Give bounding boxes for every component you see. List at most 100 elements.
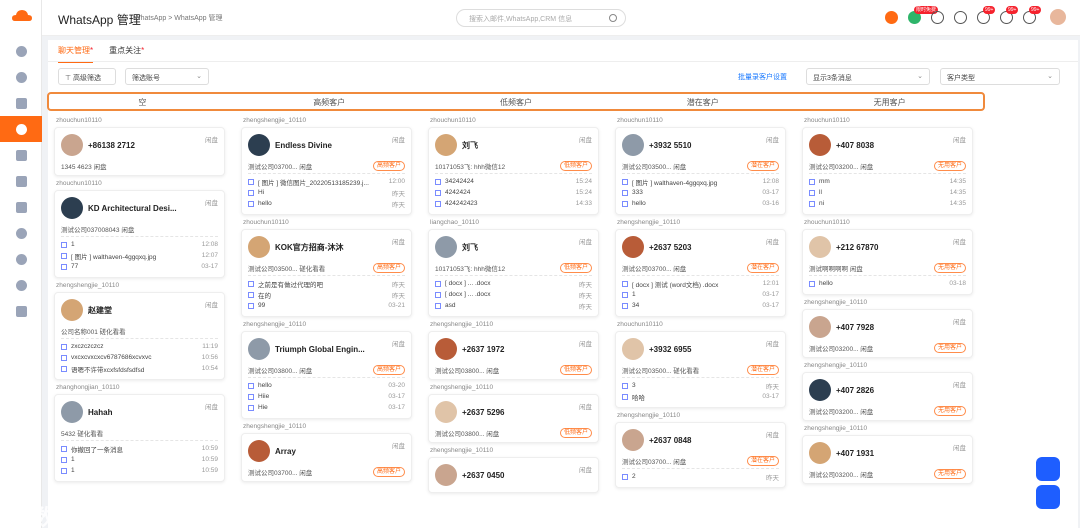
message-row[interactable]: 77 03-17: [61, 261, 218, 272]
tab-chat-management[interactable]: 聊天管理*: [58, 43, 94, 63]
mail-top-icon[interactable]: 99+: [977, 5, 996, 24]
customer-card[interactable]: +2637 5203 闲盘 测试公司03700... 闲盘 潜在客户 [ docx ] …: [615, 229, 786, 317]
facebook-top-icon[interactable]: [954, 10, 967, 24]
status-label: 闲盘: [579, 467, 592, 474]
help-icon[interactable]: [1036, 485, 1060, 509]
message-row[interactable]: Hi 昨天: [248, 187, 405, 198]
column-header[interactable]: 空: [49, 94, 236, 109]
message-row[interactable]: 99 03-21: [248, 300, 405, 311]
document-icon[interactable]: [0, 168, 42, 194]
message-row[interactable]: 4242424 15:24: [435, 187, 592, 198]
clock-icon[interactable]: [0, 64, 42, 90]
message-row[interactable]: 之前是有做过代理的吧 昨天: [248, 278, 405, 289]
message-row[interactable]: hello 03-18: [809, 278, 966, 289]
avatar: [435, 134, 457, 156]
customer-card[interactable]: Triumph Global Engin... 闲盘 测试公司03800... 闲盘…: [241, 331, 412, 419]
search-input[interactable]: 搜索入邮件,WhatsApp,CRM 信息: [456, 9, 626, 27]
customer-card[interactable]: 刘飞 闲盘 10171053飞: hhh微信12 低频客户 34242424 15:24 4…: [428, 127, 599, 215]
message-row[interactable]: ni 14:35: [809, 198, 966, 209]
message-row[interactable]: 424242423 14:33: [435, 198, 592, 209]
mail-icon[interactable]: [0, 90, 42, 116]
add-icon[interactable]: [885, 10, 898, 24]
column-header[interactable]: 低频客户: [423, 94, 610, 109]
message-row[interactable]: 1 10:59: [61, 454, 218, 465]
customer-card[interactable]: +407 2826 闲盘 测试公司03200... 闲盘 无用客户: [802, 372, 973, 421]
customer-card[interactable]: Hahah 闲盘 5432 磋化看看 你撤回了一条消息 10:59 1 10:59 1 10:5…: [54, 394, 225, 482]
customer-card[interactable]: +407 8038 闲盘 测试公司03200... 闲盘 无用客户 mm 14:35 ll 1…: [802, 127, 973, 215]
message-row[interactable]: asd 昨天: [435, 300, 592, 311]
message-row[interactable]: 哈哈 03-17: [622, 391, 779, 402]
customer-card[interactable]: +2637 0848 闲盘 测试公司03700... 闲盘 潜在客户 2 昨天: [615, 422, 786, 488]
message-row[interactable]: Hie 03-17: [248, 402, 405, 413]
customer-card[interactable]: +2637 5296 闲盘 测试公司03800... 闲盘 低频客户: [428, 394, 599, 443]
customer-card[interactable]: +3932 5510 闲盘 测试公司03500... 闲盘 潜在客户 [ 图片 ] wa…: [615, 127, 786, 215]
search-icon[interactable]: [609, 14, 617, 22]
message-row[interactable]: 1 12:08: [61, 239, 218, 250]
customer-icon[interactable]: [0, 142, 42, 168]
customer-card[interactable]: +2637 0450 闲盘: [428, 457, 599, 493]
batch-settings-link[interactable]: 批量录客户设置: [738, 72, 787, 82]
company-label: 测试公司03800... 闲盘: [435, 367, 500, 375]
status-label: 闲盘: [392, 443, 405, 450]
customer-card[interactable]: +2637 1972 闲盘 测试公司03800... 闲盘 低频客户: [428, 331, 599, 380]
customer-card[interactable]: +86138 2712 闲盘 1345 4623 闲盘: [54, 127, 225, 176]
message-row[interactable]: [ docx ] 测试 (word文档) .docx 12:01: [622, 278, 779, 289]
customer-card[interactable]: Endless Divine 闲盘 测试公司03700... 闲盘 高频客户[ 图片 …: [241, 127, 412, 215]
whatsapp-icon[interactable]: [0, 116, 42, 142]
dashboard-icon[interactable]: [0, 38, 42, 64]
chat-icon[interactable]: [0, 194, 42, 220]
message-row[interactable]: 1 03-17: [622, 289, 779, 300]
message-row[interactable]: ll 14:35: [809, 187, 966, 198]
message-row[interactable]: 2 昨天: [622, 471, 779, 482]
message-row[interactable]: [ 图片 ] walthaven-4ggqxq.jpg 12:08: [622, 176, 779, 187]
headset-icon[interactable]: [931, 10, 944, 24]
message-row[interactable]: 3 昨天: [622, 380, 779, 391]
advanced-filter-button[interactable]: ⊤ 高级筛选: [58, 68, 116, 85]
google-icon[interactable]: [0, 246, 42, 272]
customer-card[interactable]: 刘飞 闲盘 10171053飞: hhh微信12 低频客户 [ docx ] ... .…: [428, 229, 599, 317]
message-row[interactable]: zxczczczcz 11:19: [61, 341, 218, 352]
message-row[interactable]: hello 03-20: [248, 380, 405, 391]
message-row[interactable]: mm 14:35: [809, 176, 966, 187]
column-header[interactable]: 潜在客户: [609, 94, 796, 109]
tab-focus[interactable]: 重点关注*: [109, 43, 144, 63]
display-select[interactable]: 显示3条消息 ⌄: [806, 68, 930, 85]
customer-card[interactable]: +212 67870 闲盘 测试啊啊啊啊 闲盘 无用客户 hello 03-18: [802, 229, 973, 295]
customer-card[interactable]: KOK官方招商-沐沐 闲盘 测试公司03500... 磋化看看 高频客户 之前是有做过代…: [241, 229, 412, 317]
message-row[interactable]: 语嗯不许带xcxfsfdsfsdfsd 10:54: [61, 363, 218, 374]
message-row[interactable]: [ 图片 ] 微信图片_20220513185239.j... 12:00: [248, 176, 405, 187]
apps-icon[interactable]: 99+: [1023, 5, 1042, 24]
message-row[interactable]: [ docx ] ... .docx 昨天: [435, 289, 592, 300]
promo-icon[interactable]: 限时免费: [908, 5, 939, 24]
message-row[interactable]: hello 昨天: [248, 198, 405, 209]
message-row[interactable]: 34 03-17: [622, 300, 779, 311]
message-text: 在的: [258, 292, 271, 300]
message-row[interactable]: 1 10:59: [61, 465, 218, 476]
facebook-icon[interactable]: [0, 220, 42, 246]
column-header[interactable]: 无用客户: [796, 94, 983, 109]
store-icon[interactable]: [0, 298, 42, 324]
customer-card[interactable]: KD Architectural Desi... 闲盘 测试公司037008043 …: [54, 190, 225, 278]
more-icon[interactable]: [0, 272, 42, 298]
message-row[interactable]: [ docx ] ... .docx 昨天: [435, 278, 592, 289]
type-select[interactable]: 客户类型 ⌄: [940, 68, 1060, 85]
user-avatar[interactable]: [1050, 9, 1066, 25]
customer-card[interactable]: Array 闲盘 测试公司03700... 闲盘 高频客户: [241, 433, 412, 482]
message-row[interactable]: 你撤回了一条消息 10:59: [61, 443, 218, 454]
chat-top-icon[interactable]: 99+: [1000, 5, 1019, 24]
account-select[interactable]: 筛选账号 ⌄: [125, 68, 209, 85]
message-row[interactable]: hello 03-16: [622, 198, 779, 209]
message-row[interactable]: 在的 昨天: [248, 289, 405, 300]
support-icon[interactable]: [1036, 457, 1060, 481]
message-row[interactable]: [ 图片 ] walthaven-4ggqxq.jpg 12:07: [61, 250, 218, 261]
column-header[interactable]: 高频客户: [236, 94, 423, 109]
message-row[interactable]: Hiie 03-17: [248, 391, 405, 402]
message-row[interactable]: vxcxcvxcxcv6787686xcvxvc 10:56: [61, 352, 218, 363]
message-row[interactable]: 333 03-17: [622, 187, 779, 198]
customer-card[interactable]: +3932 6955 闲盘 测试公司03500... 磋化看看 潜在客户 3 昨天 哈哈 03…: [615, 331, 786, 408]
message-row[interactable]: 34242424 15:24: [435, 176, 592, 187]
customer-card[interactable]: +407 7928 闲盘 测试公司03200... 闲盘 无用客户: [802, 309, 973, 358]
customer-card[interactable]: +407 1931 闲盘 测试公司03200... 闲盘 无用客户: [802, 435, 973, 484]
customer-card[interactable]: 赵建堂 闲盘 公司名称001 磋化看看 zxczczczcz 11:19 vxcxcvxc…: [54, 292, 225, 380]
message-time: 昨天: [392, 281, 405, 289]
